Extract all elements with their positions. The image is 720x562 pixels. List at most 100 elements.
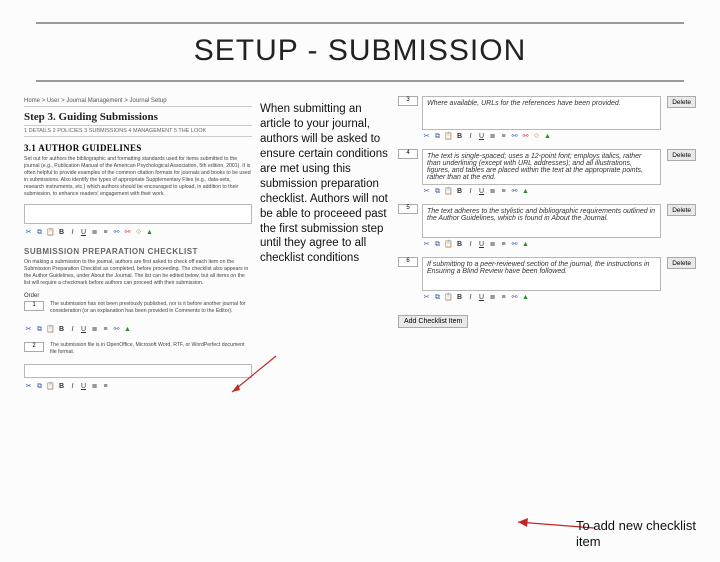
bullets-icon[interactable]: ≣	[488, 240, 497, 249]
checklist-item-text: The submission has not been previously p…	[50, 301, 252, 315]
author-guidelines-editor[interactable]	[24, 204, 252, 224]
copy-icon[interactable]: ⧉	[433, 132, 442, 141]
checklist-item-text: The text is single-spaced; uses a 12-poi…	[427, 153, 643, 181]
order-input[interactable]: 1	[24, 301, 44, 311]
checklist-item: 6 If submitting to a peer-reviewed secti…	[398, 257, 696, 304]
numbered-icon[interactable]: ≡	[499, 293, 508, 302]
italic-icon[interactable]: I	[466, 187, 475, 196]
image-icon[interactable]: ▲	[145, 228, 154, 237]
bullets-icon[interactable]: ≣	[488, 187, 497, 196]
delete-button[interactable]: Delete	[667, 149, 696, 161]
order-label: Order	[24, 293, 252, 299]
cut-icon[interactable]: ✂	[422, 240, 431, 249]
image-icon[interactable]: ▲	[521, 240, 530, 249]
delete-button[interactable]: Delete	[667, 204, 696, 216]
bullets-icon[interactable]: ≣	[488, 132, 497, 141]
bold-icon[interactable]: B	[57, 382, 66, 391]
bullets-icon[interactable]: ≣	[488, 293, 497, 302]
order-input[interactable]: 5	[398, 204, 418, 214]
checklist-item-editor[interactable]: The text adheres to the stylistic and bi…	[422, 204, 661, 238]
image-icon[interactable]: ▲	[123, 325, 132, 334]
order-input[interactable]: 4	[398, 149, 418, 159]
copy-icon[interactable]: ⧉	[433, 187, 442, 196]
numbered-icon[interactable]: ≡	[101, 382, 110, 391]
link-icon[interactable]: ⚯	[510, 132, 519, 141]
bold-icon[interactable]: B	[455, 132, 464, 141]
bold-icon[interactable]: B	[57, 325, 66, 334]
checklist-item: 1 The submission has not been previously…	[24, 301, 252, 321]
image-icon[interactable]: ▲	[543, 132, 552, 141]
numbered-icon[interactable]: ≡	[499, 187, 508, 196]
copy-icon[interactable]: ⧉	[433, 240, 442, 249]
bullets-icon[interactable]: ≣	[90, 228, 99, 237]
underline-icon[interactable]: U	[79, 382, 88, 391]
underline-icon[interactable]: U	[477, 132, 486, 141]
delete-button[interactable]: Delete	[667, 257, 696, 269]
checklist-item-editor[interactable]	[24, 364, 252, 378]
underline-icon[interactable]: U	[477, 240, 486, 249]
italic-icon[interactable]: I	[68, 325, 77, 334]
bold-icon[interactable]: B	[455, 187, 464, 196]
html-icon[interactable]: ⟐	[532, 132, 541, 141]
cut-icon[interactable]: ✂	[24, 325, 33, 334]
italic-icon[interactable]: I	[466, 132, 475, 141]
italic-icon[interactable]: I	[466, 293, 475, 302]
underline-icon[interactable]: U	[79, 228, 88, 237]
order-input[interactable]: 3	[398, 96, 418, 106]
underline-icon[interactable]: U	[477, 187, 486, 196]
paste-icon[interactable]: 📋	[444, 187, 453, 196]
cut-icon[interactable]: ✂	[422, 293, 431, 302]
bold-icon[interactable]: B	[57, 228, 66, 237]
copy-icon[interactable]: ⧉	[35, 228, 44, 237]
bold-icon[interactable]: B	[455, 293, 464, 302]
checklist-item-editor[interactable]: If submitting to a peer-reviewed section…	[422, 257, 661, 291]
order-input[interactable]: 2	[24, 342, 44, 352]
callout-arrow-left	[226, 352, 286, 402]
paste-icon[interactable]: 📋	[46, 382, 55, 391]
cut-icon[interactable]: ✂	[24, 228, 33, 237]
paste-icon[interactable]: 📋	[444, 240, 453, 249]
cut-icon[interactable]: ✂	[422, 132, 431, 141]
paste-icon[interactable]: 📋	[46, 325, 55, 334]
paste-icon[interactable]: 📋	[46, 228, 55, 237]
checklist-item-editor[interactable]: The text is single-spaced; uses a 12-poi…	[422, 149, 661, 185]
delete-button[interactable]: Delete	[667, 96, 696, 108]
cut-icon[interactable]: ✂	[422, 187, 431, 196]
link-icon[interactable]: ⚯	[510, 240, 519, 249]
link-icon[interactable]: ⚯	[112, 228, 121, 237]
bullets-icon[interactable]: ≣	[90, 325, 99, 334]
checklist-item: 2 The submission file is in OpenOffice, …	[24, 342, 252, 362]
image-icon[interactable]: ▲	[521, 293, 530, 302]
add-checklist-item-button[interactable]: Add Checklist Item	[398, 315, 468, 328]
bold-icon[interactable]: B	[455, 240, 464, 249]
italic-icon[interactable]: I	[466, 240, 475, 249]
unlink-icon[interactable]: ⚯	[521, 132, 530, 141]
link-icon[interactable]: ⚯	[510, 187, 519, 196]
numbered-icon[interactable]: ≡	[101, 325, 110, 334]
numbered-icon[interactable]: ≡	[101, 228, 110, 237]
html-icon[interactable]: ⟐	[134, 228, 143, 237]
checklist-item-text: The text adheres to the stylistic and bi…	[427, 208, 655, 222]
italic-icon[interactable]: I	[68, 228, 77, 237]
paste-icon[interactable]: 📋	[444, 132, 453, 141]
numbered-icon[interactable]: ≡	[499, 132, 508, 141]
cut-icon[interactable]: ✂	[24, 382, 33, 391]
copy-icon[interactable]: ⧉	[35, 382, 44, 391]
copy-icon[interactable]: ⧉	[35, 325, 44, 334]
paste-icon[interactable]: 📋	[444, 293, 453, 302]
copy-icon[interactable]: ⧉	[433, 293, 442, 302]
underline-icon[interactable]: U	[477, 293, 486, 302]
numbered-icon[interactable]: ≡	[499, 240, 508, 249]
callout-text-block: When submitting an article to your journ…	[260, 96, 390, 393]
image-icon[interactable]: ▲	[521, 187, 530, 196]
link-icon[interactable]: ⚯	[510, 293, 519, 302]
checklist-item-text: If submitting to a peer-reviewed section…	[427, 261, 649, 275]
order-input[interactable]: 6	[398, 257, 418, 267]
checklist-item-text: Where available, URLs for the references…	[427, 100, 621, 107]
checklist-item-editor[interactable]: Where available, URLs for the references…	[422, 96, 661, 130]
italic-icon[interactable]: I	[68, 382, 77, 391]
underline-icon[interactable]: U	[79, 325, 88, 334]
link-icon[interactable]: ⚯	[112, 325, 121, 334]
bullets-icon[interactable]: ≣	[90, 382, 99, 391]
unlink-icon[interactable]: ⚯	[123, 228, 132, 237]
